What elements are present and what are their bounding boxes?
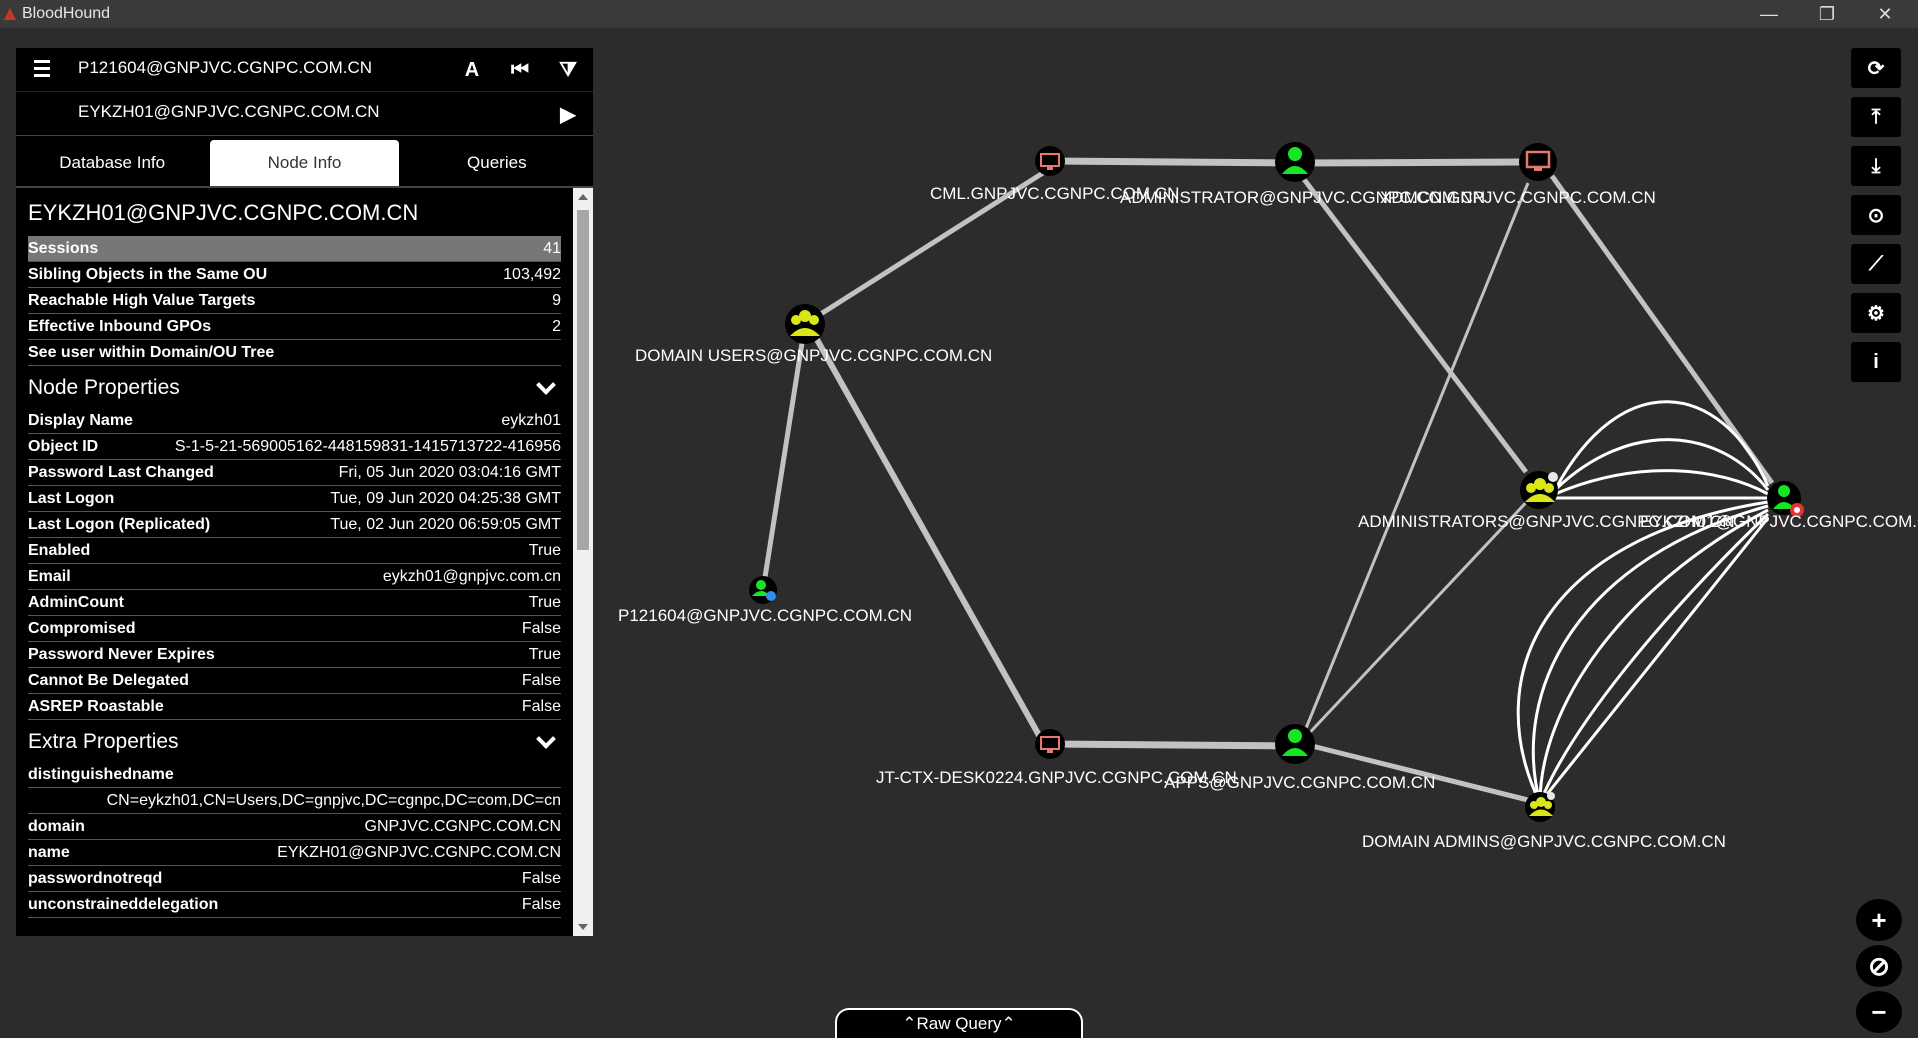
maximize-button[interactable]: ❐ bbox=[1798, 0, 1856, 28]
extra-name: name EYKZH01@GNPJVC.CGNPC.COM.CN bbox=[28, 840, 561, 866]
node-administrator[interactable] bbox=[1275, 142, 1315, 182]
prop-last-logon-replicated: Last Logon (Replicated) Tue, 02 Jun 2020 … bbox=[28, 512, 561, 538]
target-node-row: ▶ bbox=[16, 92, 593, 136]
back-icon[interactable]: ⏮ bbox=[506, 56, 534, 84]
overview-ou-tree[interactable]: See user within Domain/OU Tree bbox=[28, 340, 561, 366]
label-domain-users: DOMAIN USERS@GNPJVC.CGNPC.COM.CN bbox=[635, 346, 992, 365]
target-node-input[interactable] bbox=[78, 102, 458, 122]
node-domain-users[interactable] bbox=[785, 304, 825, 344]
zoom-in-icon[interactable]: + bbox=[1856, 899, 1902, 941]
extra-passwordnotreqd: passwordnotreqd False bbox=[28, 866, 561, 892]
extra-dn-label: distinguishedname bbox=[28, 762, 561, 788]
menu-icon[interactable] bbox=[34, 60, 50, 80]
extra-properties-header[interactable]: Extra Properties bbox=[28, 729, 561, 754]
play-icon[interactable]: ▶ bbox=[554, 100, 582, 128]
prop-compromised: Compromised False bbox=[28, 616, 561, 642]
label-eykzh01: EYKZH01@GNPJVC.CGNPC.COM.CN bbox=[1640, 512, 1918, 531]
prop-email: Email eykzh01@gnpjvc.com.cn bbox=[28, 564, 561, 590]
panel-tabs: Database Info Node Info Queries bbox=[16, 136, 593, 188]
prop-cannot-be-delegated: Cannot Be Delegated False bbox=[28, 668, 561, 694]
edge bbox=[1049, 740, 1296, 750]
filter-icon[interactable]: ⧩ bbox=[554, 56, 582, 84]
tab-queries[interactable]: Queries bbox=[403, 140, 591, 186]
upload-icon[interactable]: ⤒ bbox=[1851, 97, 1901, 137]
edge bbox=[1294, 158, 1539, 167]
prop-display-name: Display Name eykzh01 bbox=[28, 408, 561, 434]
label-domain-admins: DOMAIN ADMINS@GNPJVC.CGNPC.COM.CN bbox=[1362, 832, 1726, 851]
download-icon[interactable]: ⤓ bbox=[1851, 146, 1901, 186]
prop-enabled: Enabled True bbox=[28, 538, 561, 564]
node-jt-ctx-desk0224[interactable] bbox=[1035, 729, 1065, 759]
prop-last-logon: Last Logon Tue, 09 Jun 2020 04:25:38 GMT bbox=[28, 486, 561, 512]
chart-icon[interactable]: ⟋ bbox=[1851, 244, 1901, 284]
overview-gpos[interactable]: Effective Inbound GPOs 2 bbox=[28, 314, 561, 340]
node-p121604[interactable] bbox=[749, 576, 777, 604]
scroll-up-arrow-icon[interactable] bbox=[578, 194, 588, 200]
start-node-input[interactable] bbox=[78, 58, 458, 78]
prop-asrep-roastable: ASREP Roastable False bbox=[28, 694, 561, 720]
window-title: BloodHound bbox=[22, 5, 111, 22]
prop-object-id: Object ID S-1-5-21-569005162-448159831-14… bbox=[28, 434, 561, 460]
edge bbox=[1554, 469, 1769, 496]
prop-password-never-expires: Password Never Expires True bbox=[28, 642, 561, 668]
overview-high-value[interactable]: Reachable High Value Targets 9 bbox=[28, 288, 561, 314]
start-node-row: A ⏮ ⧩ bbox=[16, 48, 593, 92]
graph-curved-edges bbox=[1516, 400, 1770, 804]
edge bbox=[1049, 157, 1296, 167]
pathfinding-icon[interactable]: A bbox=[458, 56, 486, 84]
chevron-down-icon[interactable] bbox=[536, 375, 556, 395]
tab-node-info[interactable]: Node Info bbox=[210, 140, 399, 186]
title-bar: BloodHound — ❐ ✕ bbox=[0, 0, 1918, 28]
scroll-down-arrow-icon[interactable] bbox=[578, 924, 588, 930]
label-apps: APPS@GNPJVC.CGNPC.COM.CN bbox=[1164, 773, 1435, 792]
label-p121604: P121604@GNPJVC.CGNPC.COM.CN bbox=[618, 606, 912, 625]
edge bbox=[1298, 182, 1530, 744]
bloodhound-logo-icon bbox=[4, 8, 16, 20]
node-administrators[interactable] bbox=[1520, 471, 1558, 509]
graph-edges bbox=[760, 157, 1775, 806]
node-apps[interactable] bbox=[1275, 724, 1315, 764]
edge bbox=[1553, 400, 1770, 491]
scroll-thumb[interactable] bbox=[577, 210, 589, 550]
edge bbox=[1516, 500, 1769, 804]
zoom-out-icon[interactable]: − bbox=[1856, 991, 1902, 1033]
node-properties-header[interactable]: Node Properties bbox=[28, 375, 561, 400]
node-info-content: EYKZH01@GNPJVC.CGNPC.COM.CN Sessions 41 S… bbox=[16, 188, 573, 936]
info-icon[interactable]: i bbox=[1851, 342, 1901, 382]
close-button[interactable]: ✕ bbox=[1856, 0, 1914, 28]
settings-icon[interactable]: ⚙ bbox=[1851, 293, 1901, 333]
label-xdmcn: XDMCN.GNPJVC.CGNPC.COM.CN bbox=[1380, 188, 1656, 207]
node-domain-admins[interactable] bbox=[1525, 792, 1555, 822]
overview-siblings[interactable]: Sibling Objects in the Same OU 103,492 bbox=[28, 262, 561, 288]
tab-database-info[interactable]: Database Info bbox=[18, 140, 206, 186]
node-xdmcn[interactable] bbox=[1519, 143, 1557, 181]
prop-password-last-changed: Password Last Changed Fri, 05 Jun 2020 03… bbox=[28, 460, 561, 486]
overview-sessions[interactable]: Sessions 41 bbox=[28, 236, 561, 262]
minimize-button[interactable]: — bbox=[1740, 0, 1798, 28]
refresh-icon[interactable]: ⟳ bbox=[1851, 48, 1901, 88]
panel-scrollbar[interactable] bbox=[573, 188, 593, 936]
edge bbox=[1298, 172, 1528, 474]
node-title: EYKZH01@GNPJVC.CGNPC.COM.CN bbox=[28, 200, 419, 225]
import-icon[interactable]: ⊙ bbox=[1851, 195, 1901, 235]
extra-dn-value: CN=eykzh01,CN=Users,DC=gnpjvc,DC=cgnpc,D… bbox=[28, 788, 561, 814]
extra-unconstraineddelegation: unconstraineddelegation False bbox=[28, 892, 561, 918]
edge bbox=[812, 334, 1048, 748]
raw-query-button[interactable]: ⌃Raw Query⌃ bbox=[835, 1008, 1083, 1038]
chevron-down-icon[interactable] bbox=[536, 729, 556, 749]
reset-zoom-icon[interactable]: ⊘ bbox=[1856, 945, 1902, 987]
node-cml[interactable] bbox=[1035, 146, 1065, 176]
extra-domain: domain GNPJVC.CGNPC.COM.CN bbox=[28, 814, 561, 840]
edge bbox=[1538, 517, 1770, 804]
prop-admincount: AdminCount True bbox=[28, 590, 561, 616]
edge bbox=[1298, 492, 1536, 745]
node-info-panel: A ⏮ ⧩ ▶ Database Info Node Info Queries … bbox=[16, 48, 593, 936]
